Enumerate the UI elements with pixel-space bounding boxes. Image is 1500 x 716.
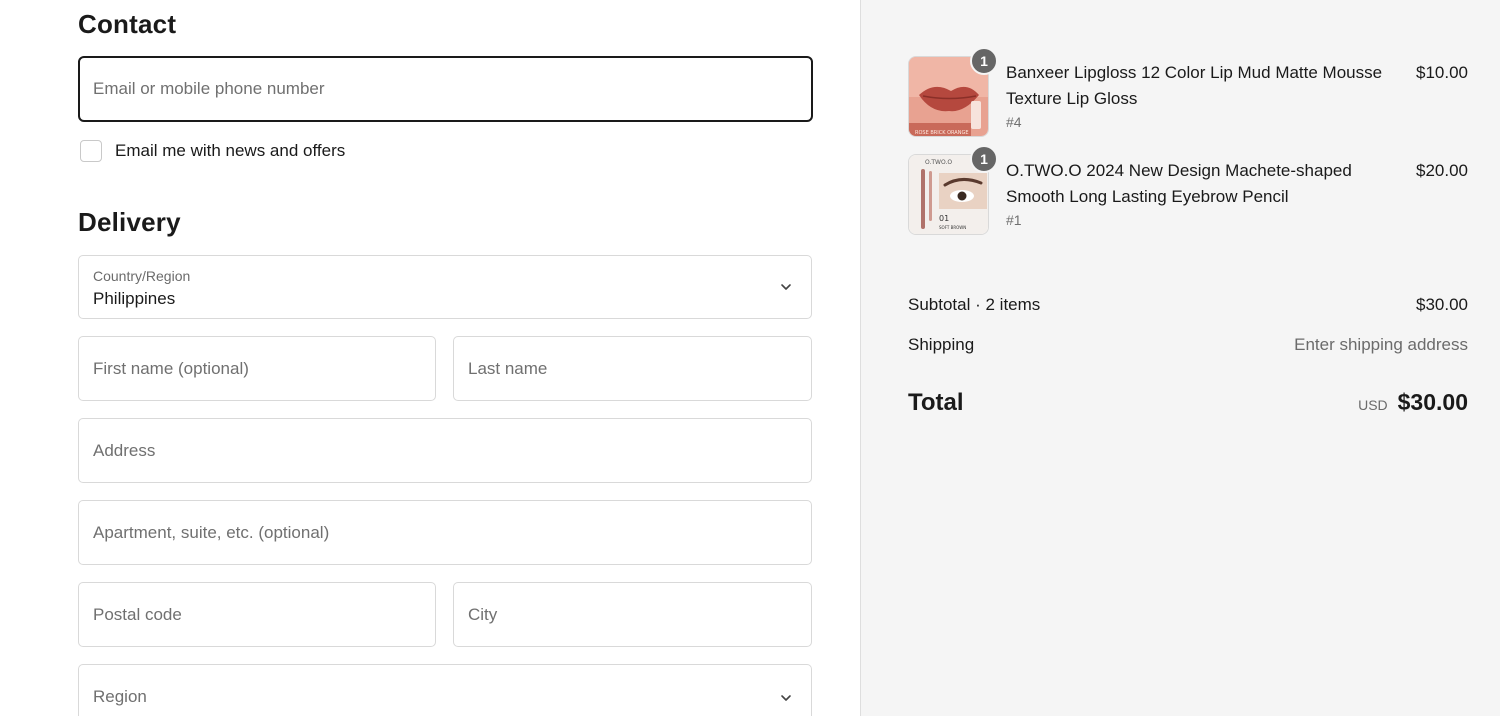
email-field[interactable] <box>78 56 813 122</box>
quantity-badge: 1 <box>970 145 998 173</box>
address-field[interactable] <box>78 418 812 483</box>
first-name-input[interactable] <box>79 337 435 400</box>
newsletter-checkbox[interactable] <box>80 140 102 162</box>
email-input[interactable] <box>80 58 811 120</box>
postal-code-field[interactable] <box>78 582 436 647</box>
subtotal-value: $30.00 <box>1416 295 1468 314</box>
checkout-form-panel: Contact Email me with news and offers De… <box>0 0 860 716</box>
city-input[interactable] <box>454 583 811 646</box>
item-variant: #1 <box>1006 212 1022 228</box>
country-label: Country/Region <box>93 268 191 284</box>
last-name-input[interactable] <box>454 337 811 400</box>
subtotal-label: Subtotal · 2 items <box>908 295 1041 314</box>
country-value: Philippines <box>93 289 176 308</box>
first-name-field[interactable] <box>78 336 436 401</box>
shipping-row: Shipping Enter shipping address <box>908 335 1468 355</box>
country-select[interactable]: Country/Region Philippines <box>78 255 812 319</box>
total-amount-group: USD $30.00 <box>1358 389 1468 416</box>
contact-heading: Contact <box>78 9 177 39</box>
item-name: Banxeer Lipgloss 12 Color Lip Mud Matte … <box>1006 63 1383 108</box>
shipping-value: Enter shipping address <box>1294 335 1468 354</box>
checkout-page: Contact Email me with news and offers De… <box>0 0 1500 716</box>
lipgloss-image-caption: ROSE BRICK ORANGE <box>915 130 968 136</box>
subtotal-row: Subtotal · 2 items $30.00 <box>908 295 1468 315</box>
newsletter-label[interactable]: Email me with news and offers <box>115 141 345 161</box>
address-input[interactable] <box>79 419 811 482</box>
chevron-down-icon <box>781 284 791 290</box>
delivery-heading: Delivery <box>78 207 181 237</box>
total-label: Total <box>908 389 964 416</box>
item-price: $10.00 <box>1416 63 1468 82</box>
newsletter-option[interactable]: Email me with news and offers <box>80 140 345 162</box>
item-variant: #4 <box>1006 114 1022 130</box>
city-field[interactable] <box>453 582 812 647</box>
eyebrow-image-shade-number: 01 <box>939 214 949 223</box>
region-select[interactable]: Region <box>78 664 812 716</box>
last-name-field[interactable] <box>453 336 812 401</box>
quantity-badge: 1 <box>970 47 998 75</box>
item-name: O.TWO.O 2024 New Design Machete-shaped S… <box>1006 161 1352 206</box>
eyebrow-image-brand: O.TWO.O <box>925 159 952 166</box>
currency-code: USD <box>1358 397 1388 413</box>
apartment-field[interactable] <box>78 500 812 565</box>
chevron-down-icon <box>781 695 791 701</box>
total-row: Total USD $30.00 <box>908 389 1468 417</box>
shipping-label: Shipping <box>908 335 975 354</box>
item-price: $20.00 <box>1416 161 1468 180</box>
apartment-input[interactable] <box>79 501 811 564</box>
region-placeholder: Region <box>93 687 147 706</box>
eyebrow-image-shade-name: SOFT BROWN <box>939 225 966 230</box>
postal-code-input[interactable] <box>79 583 435 646</box>
total-amount: $30.00 <box>1397 389 1468 415</box>
